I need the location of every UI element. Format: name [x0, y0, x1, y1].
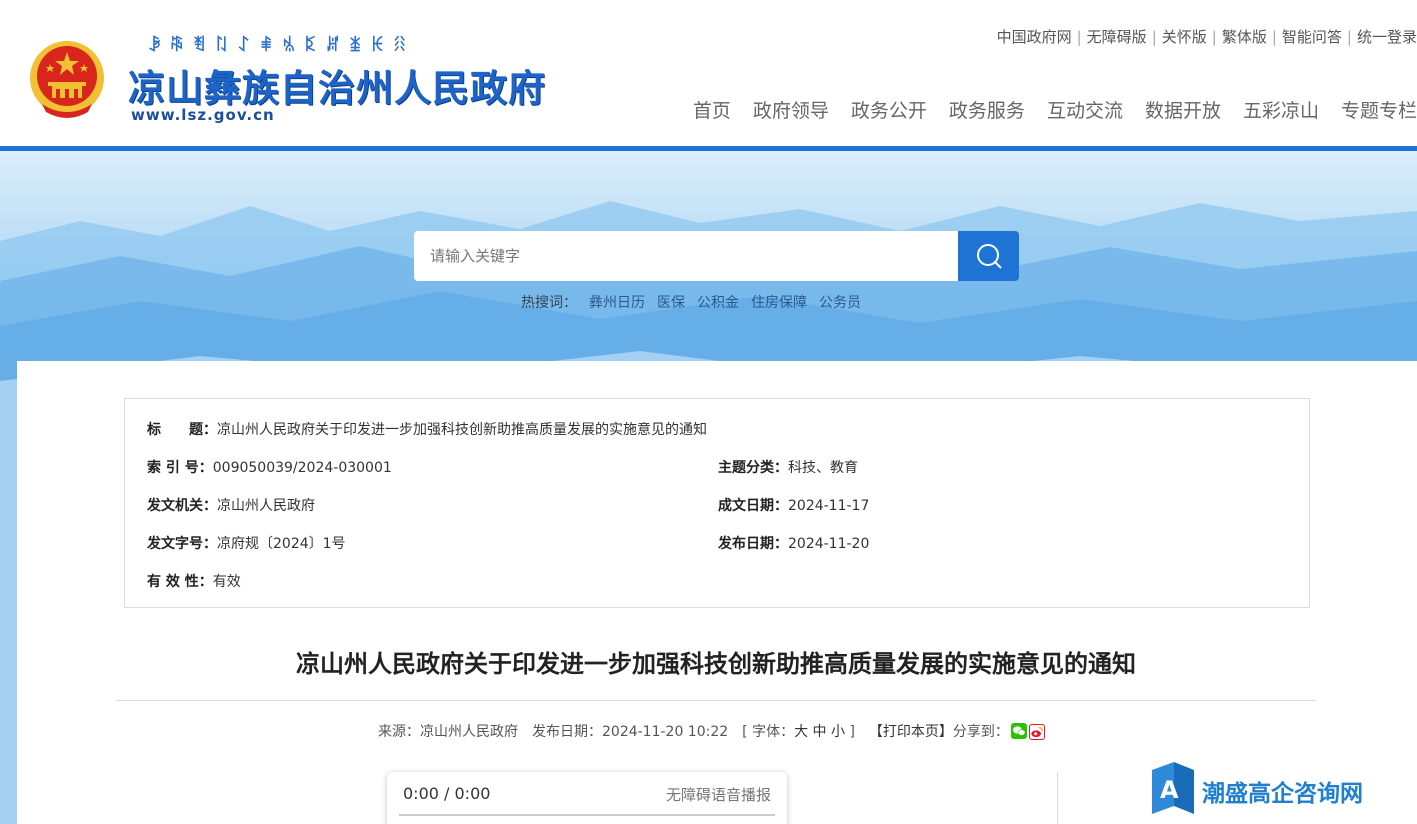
meta-row-publish-date: 发布日期：2024-11-20 — [718, 533, 869, 553]
national-emblem-icon[interactable] — [28, 38, 106, 120]
accessible-voice-button[interactable]: 无障碍语音播报 — [666, 784, 771, 805]
meta-label: 标 题： — [147, 422, 217, 438]
search-input[interactable] — [414, 231, 959, 281]
hot-word-calendar[interactable]: 彝州日历 — [589, 295, 645, 311]
meta-value: 有效 — [212, 574, 241, 590]
nav-item-open-gov[interactable]: 政务公开 — [851, 100, 927, 122]
meta-label: 索 引 号： — [147, 460, 213, 476]
top-link-smart-qa[interactable]: 智能问答 — [1282, 28, 1342, 46]
hot-word-medical[interactable]: 医保 — [657, 295, 685, 311]
meta-value: 凉府规〔2024〕1号 — [217, 536, 346, 552]
font-size-small-button[interactable]: 小 — [831, 724, 845, 740]
meta-label: 发文字号： — [147, 536, 217, 552]
nav-item-data[interactable]: 数据开放 — [1145, 100, 1221, 122]
source-value: 凉山州人民政府 — [420, 724, 518, 740]
hot-word-fund[interactable]: 公积金 — [697, 295, 739, 311]
meta-row-written-date: 成文日期：2024-11-17 — [718, 495, 869, 515]
meta-value: 科技、教育 — [788, 460, 858, 476]
meta-value: 2024-11-20 — [788, 536, 870, 552]
watermark-text: 潮盛高企咨询网 — [1202, 780, 1363, 807]
watermark: A 潮盛高企咨询网 — [1148, 762, 1417, 824]
meta-label: 发布日期： — [718, 536, 788, 552]
font-size-medium-button[interactable]: 中 — [813, 724, 827, 740]
main-nav: 首页 政府领导 政务公开 政务服务 互动交流 数据开放 五彩凉山 专题专栏 — [671, 96, 1417, 123]
top-link-traditional[interactable]: 繁体版 — [1222, 28, 1267, 46]
meta-row-issuer: 发文机关：凉山州人民政府 — [147, 495, 315, 515]
title-divider — [116, 700, 1316, 701]
watermark-logo-letter: A — [1160, 776, 1179, 804]
top-link-care[interactable]: 关怀版 — [1162, 28, 1207, 46]
nav-item-home[interactable]: 首页 — [693, 100, 731, 122]
article-title: 凉山州人民政府关于印发进一步加强科技创新助推高质量发展的实施意见的通知 — [296, 650, 1136, 678]
print-button[interactable]: 【打印本页】 — [869, 724, 953, 740]
hot-word-housing[interactable]: 住房保障 — [751, 295, 807, 311]
site-header: ꆃꎸꄮꇁꋍꑌꁱꌅꏦꁧꀘꋧ 凉山彝族自治州人民政府 www.lsz.gov.cn … — [0, 0, 1417, 146]
meta-value: 凉山州人民政府关于印发进一步加强科技创新助推高质量发展的实施意见的通知 — [217, 422, 707, 438]
meta-row-topic: 主题分类：科技、教育 — [718, 457, 858, 477]
nav-item-leaders[interactable]: 政府领导 — [753, 100, 829, 122]
meta-label: 成文日期： — [718, 498, 788, 514]
meta-value: 009050039/2024-030001 — [212, 460, 392, 476]
audio-player[interactable]: 0:00 / 0:00 无障碍语音播报 — [387, 772, 787, 824]
top-links: 中国政府网 | 无障碍版 | 关怀版 | 繁体版 | 智能问答 | 统一登录 — [997, 26, 1417, 47]
meta-value: 2024-11-17 — [788, 498, 870, 514]
divider: | — [1076, 28, 1082, 46]
document-meta-table: 标 题：凉山州人民政府关于印发进一步加强科技创新助推高质量发展的实施意见的通知 … — [124, 398, 1310, 608]
site-url: www.lsz.gov.cn — [131, 106, 275, 124]
divider: | — [1271, 28, 1277, 46]
divider: | — [1211, 28, 1217, 46]
hot-search-label: 热搜词： — [521, 295, 577, 311]
nav-item-topics[interactable]: 专题专栏 — [1341, 100, 1417, 122]
weibo-icon[interactable] — [1028, 724, 1045, 740]
top-link-login[interactable]: 统一登录 — [1357, 28, 1417, 46]
search-button[interactable] — [958, 231, 1019, 281]
meta-value: 凉山州人民政府 — [217, 498, 315, 514]
date-label: 发布日期： — [532, 724, 602, 740]
meta-row-validity: 有 效 性：有效 — [147, 571, 241, 591]
article-info-bar: 来源：凉山州人民政府 发布日期：2024-11-20 10:22[ 字体：大 中 … — [378, 721, 1045, 741]
divider: | — [1346, 28, 1352, 46]
font-size-large-button[interactable]: 大 — [794, 724, 808, 740]
top-link-accessible[interactable]: 无障碍版 — [1087, 28, 1147, 46]
audio-time: 0:00 / 0:00 — [403, 784, 491, 803]
watermark-logo-icon: A — [1152, 762, 1194, 814]
font-size-close: ] — [845, 724, 855, 740]
wechat-icon[interactable] — [1010, 723, 1027, 739]
meta-row-doc-number: 发文字号：凉府规〔2024〕1号 — [147, 533, 346, 553]
meta-label: 发文机关： — [147, 498, 217, 514]
site-title[interactable]: 凉山彝族自治州人民政府 — [128, 58, 546, 112]
search-box — [414, 231, 959, 281]
date-value: 2024-11-20 10:22 — [602, 724, 729, 740]
column-divider — [1057, 772, 1058, 824]
yi-script-title: ꆃꎸꄮꇁꋍꑌꁱꌅꏦꁧꀘꋧ — [148, 36, 416, 56]
nav-item-services[interactable]: 政务服务 — [949, 100, 1025, 122]
nav-item-colorful-liangshan[interactable]: 五彩凉山 — [1243, 100, 1319, 122]
audio-progress-track[interactable] — [399, 814, 775, 816]
search-icon — [976, 244, 1002, 269]
divider: | — [1151, 28, 1157, 46]
meta-label: 主题分类： — [718, 460, 788, 476]
source-label: 来源： — [378, 724, 420, 740]
hot-word-civil-servant[interactable]: 公务员 — [819, 295, 861, 311]
hot-search: 热搜词： 彝州日历 医保 公积金 住房保障 公务员 — [521, 292, 861, 312]
top-link-gov-cn[interactable]: 中国政府网 — [997, 28, 1072, 46]
meta-row-index: 索 引 号：009050039/2024-030001 — [147, 457, 392, 477]
nav-item-interaction[interactable]: 互动交流 — [1047, 100, 1123, 122]
meta-row-title: 标 题：凉山州人民政府关于印发进一步加强科技创新助推高质量发展的实施意见的通知 — [147, 419, 707, 439]
font-size-label: [ 字体： — [742, 724, 795, 740]
share-label: 分享到： — [952, 724, 1009, 740]
meta-label: 有 效 性： — [147, 574, 213, 590]
